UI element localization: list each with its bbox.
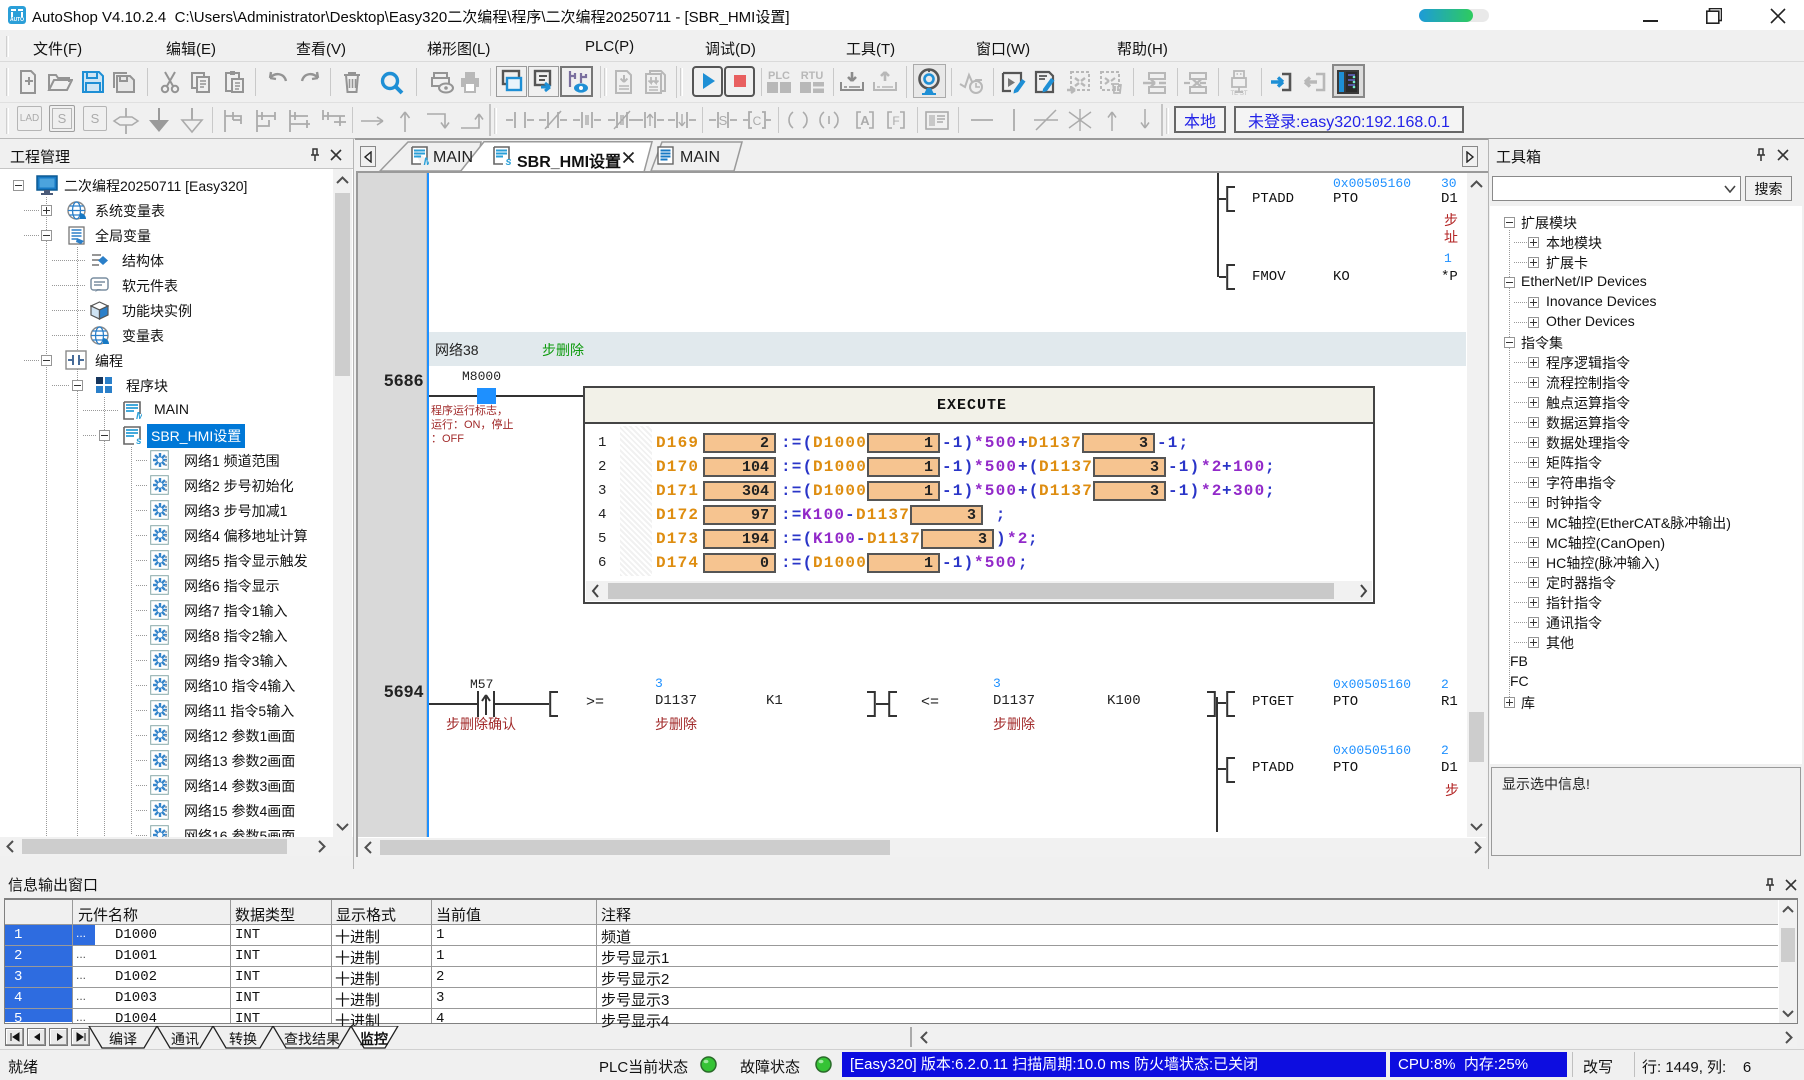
svg-text:F: F [892, 114, 899, 128]
svg-text:M: M [424, 156, 430, 166]
svg-text:PLC: PLC [768, 70, 790, 82]
svg-text:TE ST: TE ST [1230, 91, 1247, 96]
svg-text:A: A [860, 113, 870, 128]
svg-text:S: S [719, 113, 728, 128]
svg-text:C: C [753, 114, 762, 128]
svg-text:RTU: RTU [801, 70, 824, 82]
svg-text:s: s [136, 436, 142, 445]
svg-text:M: M [136, 411, 142, 420]
svg-text:s: s [506, 156, 512, 166]
svg-text:AUTO: AUTO [10, 17, 24, 23]
